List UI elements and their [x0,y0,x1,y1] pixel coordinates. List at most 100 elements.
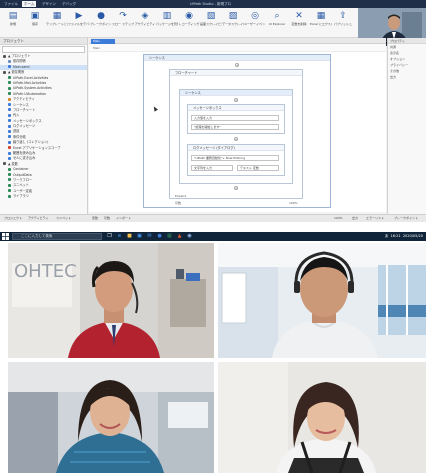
log-input-field[interactable]: 文字列を入力 [191,165,233,171]
tree-item-label: ユーザー定義 [13,188,33,193]
tree-item-icon [8,135,11,139]
scrape-icon: ▧ [206,11,216,21]
video-tile-participant-3[interactable] [8,362,214,473]
status-breakpoints[interactable]: ブレークポイント [394,215,418,222]
task-view-icon[interactable]: ❐ [106,233,113,240]
ribbon-tab-file[interactable]: ファイル [2,1,20,7]
ribbon-button-label: UI Explorer [268,22,286,26]
tree-item-icon [8,156,11,160]
ribbon-button-new-doc[interactable]: ▤ 新規 [2,11,24,33]
tree-item-icon [8,92,11,96]
tree-item-label: 遅延 [13,129,20,134]
windows-start-icon[interactable] [2,233,9,240]
tree-item[interactable]: ライブラリ [0,194,87,199]
ribbon-button-record[interactable]: ◉ レコーディング [178,11,200,33]
ribbon-button-save[interactable]: ▣ 保存 [24,11,46,33]
ribbon-button-package[interactable]: ▥ パッケージを管理 [156,11,178,33]
excel-app-icon[interactable]: ▦ [166,233,173,240]
status-tab-snippets[interactable]: スニペット [56,215,71,222]
designer-canvas[interactable]: Main シーケンス + フローチャート シーケンス + メッセージボックス 入… [89,44,386,212]
ribbon-button-remove-var[interactable]: ✕ 変数を削除 [288,11,310,33]
log-expression-field[interactable]: "UiPath 業務自動化"+ Now.ToString [191,155,279,161]
status-error-list[interactable]: エラーリスト [366,215,384,222]
tree-item-icon [8,129,11,133]
ribbon-button-label: スロー ステップ [112,22,134,26]
add-activity-icon[interactable]: + [234,186,238,190]
status-output[interactable]: 出力 [352,215,358,222]
video-tile-participant-4[interactable] [218,362,426,473]
ribbon-button-label: Excel にエクスポート [310,22,332,26]
ribbon-button-publish[interactable]: ⇪ パブリッシュ [332,11,354,33]
tree-item-icon [8,59,11,63]
camera-app-icon[interactable]: ◉ [186,233,193,240]
ribbon-tab-design[interactable]: デザイン [40,1,58,7]
ribbon-button-activity[interactable]: ◈ アクティビティ [134,11,156,33]
tree-item-icon [8,140,11,144]
ribbon-button-explorer[interactable]: ⌕ UI Explorer [266,11,288,33]
new-doc-icon: ▤ [8,11,18,21]
ribbon-button-play[interactable]: ▶ファイルをデバッグ [68,11,90,33]
ribbon-button-label: 変数を削除 [291,22,307,26]
record-icon: ◉ [185,11,193,21]
tree-item-icon [8,103,11,107]
add-activity-icon[interactable]: + [234,137,238,141]
status-arguments[interactable]: 引数 [104,215,110,222]
ribbon-button-scrape[interactable]: ▧画面スクレイピング [200,11,222,33]
ribbon-button-step[interactable]: ↷ スロー ステップ [112,11,134,33]
tree-item-icon [8,173,11,177]
variables-expand-label[interactable]: Expand [175,194,186,198]
taskbar-search-input[interactable]: ここに入力して検索 [12,233,102,240]
tree-item-icon [8,86,11,90]
message-input-field[interactable]: 入力値を入力 [191,115,279,121]
svg-text:OHTEC: OHTEC [14,261,77,282]
log-message-title: ログメッセージ (ダイアログ) [188,145,284,151]
ribbon-tab-debug[interactable]: デバッグ [60,1,78,7]
status-tab-activities[interactable]: アクティビティ [28,215,49,222]
project-tree: ▲ プロジェクト 依存関係 Main.xaml ▲ 依存関係 UiPath.Excel.… [0,54,87,200]
ribbon-button-label: パブリッシュ [333,22,352,26]
ribbon-button-label: テンプレートとして [46,22,68,26]
add-activity-icon[interactable]: + [234,98,238,102]
video-tile-participant-1[interactable]: OHTEC [8,243,214,358]
user-event-icon: ◎ [251,11,259,21]
message-text-field[interactable]: "処理を開始します" [191,124,279,130]
remove-var-icon: ✕ [295,11,303,21]
mail-icon[interactable]: ✉ [146,233,153,240]
log-output-field[interactable]: テキスト 変数 [237,165,279,171]
project-search-input[interactable] [2,46,85,53]
store-icon[interactable]: ▣ [136,233,143,240]
tree-item-icon [8,183,11,187]
uipath-app-icon[interactable]: ▲ [176,233,183,240]
ribbon-button-label: ブレークポイント [90,22,112,26]
status-imports[interactable]: インポート [116,215,131,222]
ribbon-button-breakpoint[interactable]: ● ブレークポイント [90,11,112,33]
tree-item-icon [3,70,6,74]
status-tab-projects[interactable]: プロジェクト [4,215,22,222]
ribbon-button-excel[interactable]: ▦Excel にエクスポート [310,11,332,33]
video-tile-participant-2[interactable] [218,243,426,358]
status-zoom[interactable]: 100% [334,215,343,222]
edge-browser-icon[interactable]: e [116,233,123,240]
zoom-app-icon[interactable]: ● [156,233,163,240]
status-variables[interactable]: 変数 [92,215,98,222]
ribbon-button-data-scrape[interactable]: ▨データスクレイピング [222,11,244,33]
tree-item-label: ログメッセージ [13,124,36,129]
data-scrape-icon: ▨ [228,11,238,21]
ribbon-button-template[interactable]: ▦テンプレートとして [46,11,68,33]
tree-item-icon [8,167,11,171]
studio-window: ファイル ホーム デザイン デバッグ UiPath Studio - 新規プロ … [0,0,426,222]
tree-item-icon [8,108,11,112]
add-activity-icon[interactable]: + [235,63,239,67]
ime-indicator[interactable]: あ [385,234,389,238]
status-bar: プロジェクト アクティビティ スニペット 変数 引数 インポート 100% 出力… [0,214,426,222]
tree-item-label: セルに書き込み [13,156,36,161]
file-explorer-icon[interactable]: ■ [126,233,133,240]
ribbon-button-user-event[interactable]: ◎ ユーザーイベント [244,11,266,33]
ribbon-tab-home[interactable]: ホーム [22,1,37,7]
system-tray[interactable]: あ 16:21 2020/05/20 [385,232,423,241]
tree-item-label: アクティビティ [13,97,35,102]
property-row[interactable]: 出力 [388,74,426,80]
arguments-label[interactable]: 引数 [175,201,181,205]
participant-2-video [218,243,426,358]
tree-item-label: シーケンス [13,102,29,107]
